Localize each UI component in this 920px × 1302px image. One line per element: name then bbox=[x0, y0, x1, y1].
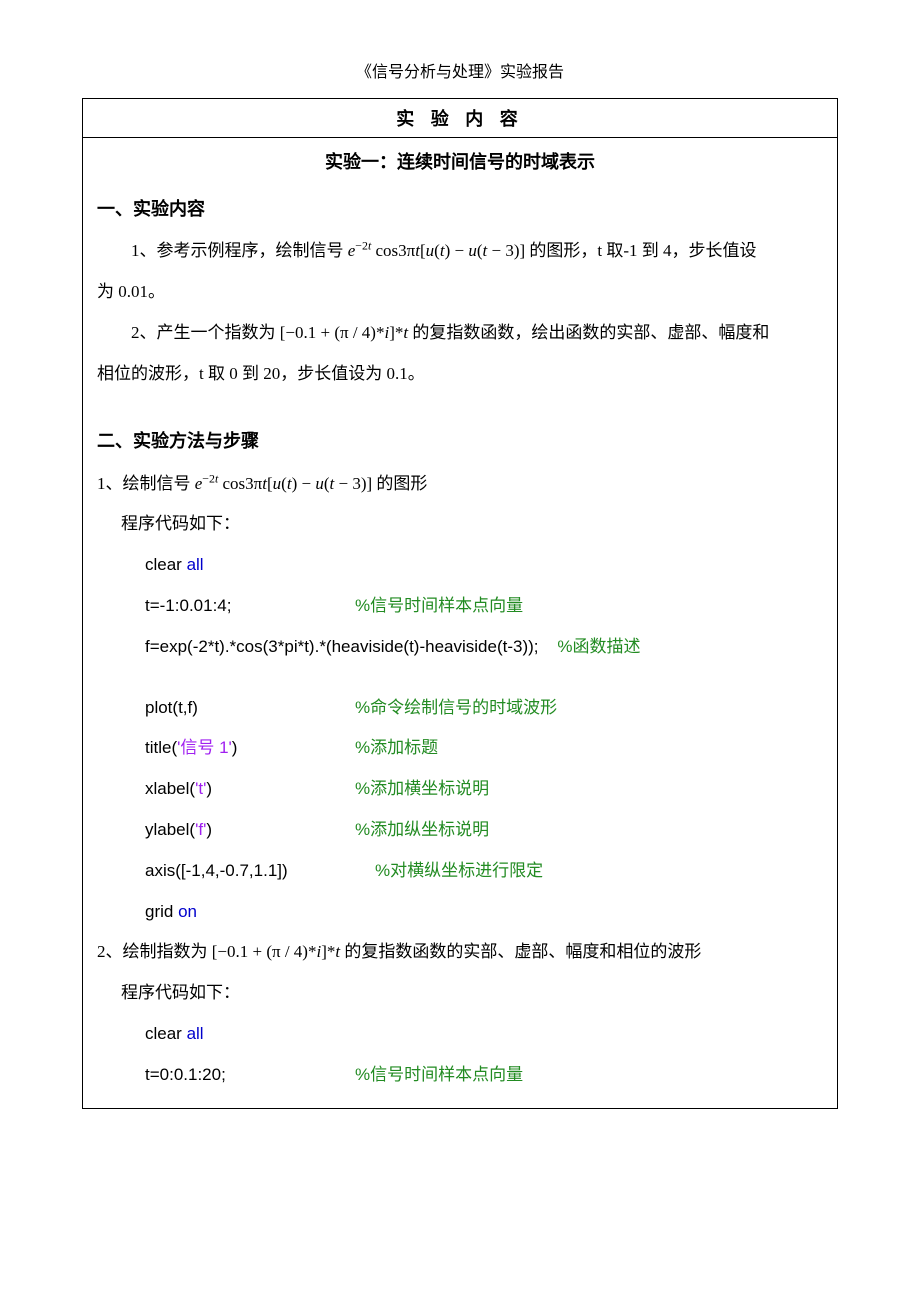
text: 的复指数函数的实部、虚部、幅度和相位的波形 bbox=[344, 942, 701, 961]
code-intro-2: 程序代码如下： bbox=[97, 973, 823, 1014]
code-line: t=0:0.1:20; %信号时间样本点向量 bbox=[145, 1055, 823, 1096]
text: 的图形 bbox=[376, 474, 427, 493]
code-line: clear all bbox=[145, 1014, 823, 1055]
formula: e−2t cos3πt[u(t) − u(t − 3)] bbox=[348, 241, 525, 260]
code-line: clear all bbox=[145, 545, 823, 586]
doc-header: 《信号分析与处理》实验报告 bbox=[82, 58, 838, 82]
s2-p1: 1、绘制信号 e−2t cos3πt[u(t) − u(t − 3)] 的图形 bbox=[97, 464, 823, 505]
code-line: grid on bbox=[145, 892, 823, 933]
code-line: t=-1:0.01:4; %信号时间样本点向量 bbox=[145, 586, 823, 627]
experiment-title: 实验一：连续时间信号的时域表示 bbox=[83, 138, 837, 182]
code-block-1: clear all t=-1:0.01:4; %信号时间样本点向量 f=exp(… bbox=[97, 545, 823, 932]
code-line: xlabel('t') %添加横坐标说明 bbox=[145, 769, 823, 810]
s1-item2-line1: 2、产生一个指数为 [−0.1 + (π / 4)*i]*t 的复指数函数，绘出… bbox=[97, 313, 823, 354]
formula: [−0.1 + (π / 4)*i]*t bbox=[280, 323, 408, 342]
code-line: title('信号 1') %添加标题 bbox=[145, 728, 823, 769]
section-2-heading: 二、实验方法与步骤 bbox=[97, 420, 823, 463]
box-title: 实 验 内 容 bbox=[83, 99, 837, 138]
text: 2、产生一个指数为 bbox=[131, 323, 276, 342]
text: 的图形，t 取-1 到 4，步长值设 bbox=[529, 241, 756, 260]
code-line: f=exp(-2*t).*cos(3*pi*t).*(heaviside(t)-… bbox=[145, 627, 823, 668]
s1-item1-line2: 为 0.01。 bbox=[97, 272, 823, 313]
text: 的复指数函数，绘出函数的实部、虚部、幅度和 bbox=[412, 323, 769, 342]
s2-p2: 2、绘制指数为 [−0.1 + (π / 4)*i]*t 的复指数函数的实部、虚… bbox=[97, 932, 823, 973]
s1-item1-line1: 1、参考示例程序，绘制信号 e−2t cos3πt[u(t) − u(t − 3… bbox=[97, 231, 823, 272]
formula: e−2t cos3πt[u(t) − u(t − 3)] bbox=[195, 474, 372, 493]
code-line: plot(t,f) %命令绘制信号的时域波形 bbox=[145, 688, 823, 729]
content-box: 实 验 内 容 实验一：连续时间信号的时域表示 一、实验内容 1、参考示例程序，… bbox=[82, 98, 838, 1109]
code-intro-1: 程序代码如下： bbox=[97, 504, 823, 545]
text: 1、参考示例程序，绘制信号 bbox=[131, 241, 344, 260]
code-block-2: clear all t=0:0.1:20; %信号时间样本点向量 bbox=[97, 1014, 823, 1096]
section-1-heading: 一、实验内容 bbox=[97, 188, 823, 231]
formula: [−0.1 + (π / 4)*i]*t bbox=[212, 942, 340, 961]
code-line: axis([-1,4,-0.7,1.1]) %对横纵坐标进行限定 bbox=[145, 851, 823, 892]
text: 1、绘制信号 bbox=[97, 474, 191, 493]
text: 2、绘制指数为 bbox=[97, 942, 208, 961]
content-body: 一、实验内容 1、参考示例程序，绘制信号 e−2t cos3πt[u(t) − … bbox=[83, 188, 837, 1108]
code-line: ylabel('f') %添加纵坐标说明 bbox=[145, 810, 823, 851]
s1-item2-line2: 相位的波形，t 取 0 到 20，步长值设为 0.1。 bbox=[97, 354, 823, 395]
